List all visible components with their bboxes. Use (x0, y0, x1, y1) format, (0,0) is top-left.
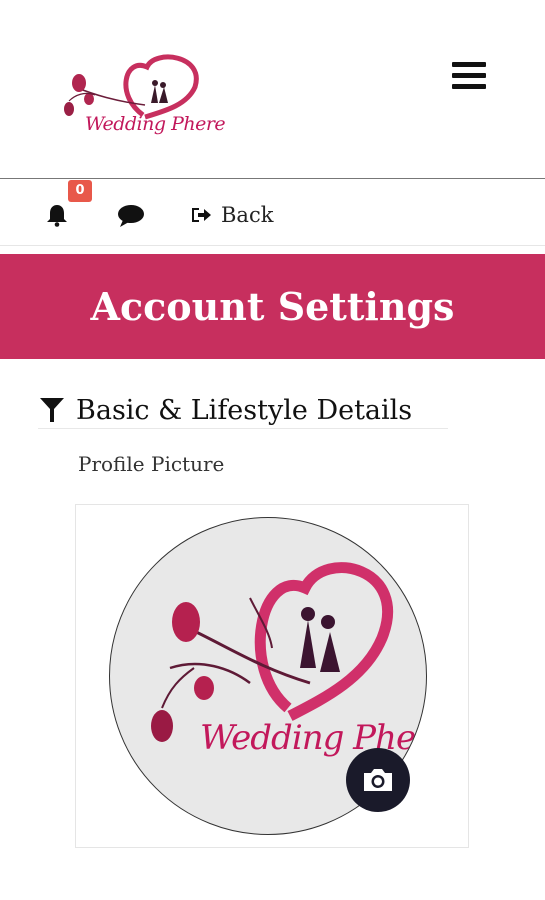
back-button[interactable]: Back (190, 201, 273, 229)
hamburger-bar (452, 62, 486, 67)
logo-text: Wedding Phere (85, 113, 226, 135)
hamburger-menu-icon[interactable] (452, 62, 486, 90)
bell-icon[interactable] (45, 203, 69, 227)
page-banner: Account Settings (0, 254, 545, 359)
hamburger-bar (452, 84, 486, 89)
wedding-phere-logo[interactable]: Wedding Phere (55, 45, 226, 157)
page-title: Account Settings (90, 284, 455, 329)
camera-icon[interactable] (346, 748, 410, 812)
chat-bubble-icon[interactable] (117, 204, 145, 228)
sign-out-icon (192, 208, 211, 222)
section-header: Basic & Lifestyle Details (38, 392, 448, 429)
notification-count-badge: 0 (68, 180, 92, 202)
back-label: Back (221, 203, 274, 227)
hamburger-bar (452, 73, 486, 78)
profile-picture-label: Profile Picture (78, 452, 225, 476)
app-header: Wedding Phere (0, 0, 545, 178)
filter-icon (40, 398, 64, 422)
profile-picture-frame: Wedding Phere (75, 504, 469, 848)
section-title: Basic & Lifestyle Details (76, 394, 413, 426)
toolbar: 0 Back (0, 179, 545, 246)
logo-graphic (64, 54, 199, 120)
